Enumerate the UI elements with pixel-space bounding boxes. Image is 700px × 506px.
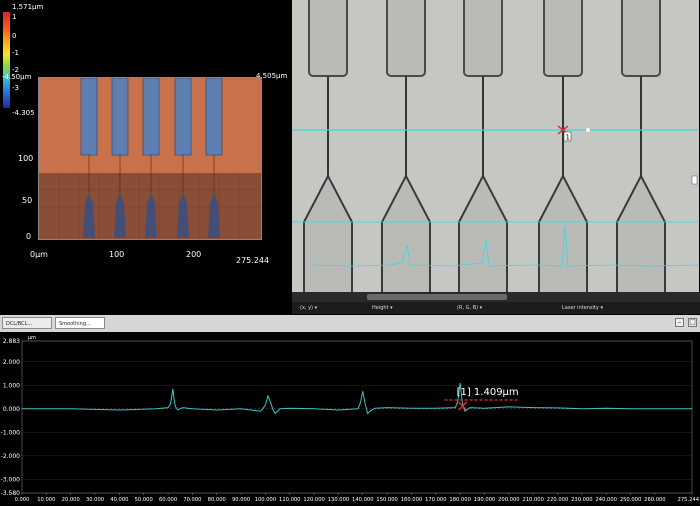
x-tick-label: 70.000	[183, 497, 201, 502]
status-xy[interactable]: (x, y) ▾	[300, 305, 317, 311]
x-tick-label: 210.000	[522, 497, 543, 502]
status-bar: (x, y) ▾ Height ▾ (R, G, B) ▾ Laser inte…	[292, 302, 700, 314]
colorbar-max-label: 1.571µm	[12, 3, 44, 11]
x-tick-label: 80.000	[208, 497, 226, 502]
x-tick-label: 220.000	[547, 497, 568, 502]
tab-smoothing-label: Smoothing...	[59, 321, 91, 327]
status-height[interactable]: Height ▾	[372, 305, 393, 311]
tab-smoothing[interactable]: Smoothing...	[55, 317, 105, 329]
x-tick-label: 170.000	[425, 497, 446, 502]
x-tick-label: 180.000	[449, 497, 470, 502]
profile-chart[interactable]: µm 2.883 2.000 1.000 0.000 -1.000 -2.000 -3.00…	[0, 332, 700, 503]
x-tick-label: 140.000	[352, 497, 373, 502]
maximize-button[interactable]: □	[688, 318, 697, 327]
x-tick-label: 120.000	[303, 497, 324, 502]
minimize-button[interactable]: –	[675, 318, 684, 327]
x-tick-label: 200.000	[498, 497, 519, 502]
tab-dcl-bcl[interactable]: DCL/BCL...	[2, 317, 52, 329]
y-tick-label: -2.000	[1, 453, 21, 460]
measurement-label: [1] 1.409µm	[457, 387, 519, 398]
colorbar-min-label: -4.305	[12, 109, 35, 117]
colorbar-label: -1	[12, 49, 19, 57]
plot-frame	[21, 340, 693, 494]
x-tick-label: 190.000	[474, 497, 495, 502]
height-axis-label: -4.50µm	[2, 73, 32, 81]
marker-label: 1	[566, 134, 570, 142]
y-tick-label: -1.000	[1, 429, 21, 436]
x-tick-label: 10.000	[37, 497, 55, 502]
x-tick-label: 200	[186, 250, 202, 259]
scroll-thumb[interactable]	[367, 294, 507, 300]
x-tick-label: 230.000	[571, 497, 592, 502]
status-laser-intensity[interactable]: Laser intensity ▾	[562, 305, 603, 311]
y-tick-label: 100	[18, 154, 34, 163]
y-tick-label: 50	[22, 196, 33, 205]
colorbar-label: -3	[12, 84, 19, 92]
x-tick-label: 30.000	[86, 497, 104, 502]
x-tick-label: 150.000	[376, 497, 397, 502]
3d-surface[interactable]	[38, 77, 262, 240]
y-tick-label: -3.580	[1, 490, 21, 497]
x-tick-label: 260.000	[644, 497, 665, 502]
optical-scroll-bar[interactable]	[292, 292, 700, 302]
x-tick-label: 130.000	[328, 497, 349, 502]
y-tick-label: 2.883	[3, 338, 20, 345]
optical-image-svg: 1	[292, 0, 699, 292]
x-tick-label: 250.000	[620, 497, 641, 502]
x-tick-label: 40.000	[110, 497, 128, 502]
x-tick-label: 240.000	[595, 497, 616, 502]
x-tick-label: 90.000	[232, 497, 250, 502]
x-tick-label: 160.000	[401, 497, 422, 502]
x-tick-label: 100	[109, 250, 125, 259]
y-tick-label: -3.000	[1, 476, 21, 483]
surface-detail-svg	[39, 78, 261, 239]
y-tick-label: 2.000	[3, 359, 20, 366]
x-tick-label: 20.000	[62, 497, 80, 502]
colorbar-label: 0	[12, 32, 17, 40]
x-tick-label: 50.000	[135, 497, 153, 502]
x-tick-label: 0µm	[30, 250, 48, 259]
color-scale-bar	[3, 12, 10, 108]
x-tick-label: 275.244	[678, 497, 700, 502]
tab-bar: DCL/BCL... Smoothing... – □	[0, 315, 700, 332]
y-tick-label: 0.000	[3, 406, 20, 413]
y-tick-label: 1.000	[3, 382, 20, 389]
x-tick-label: 0.000	[15, 497, 30, 502]
y-unit-label: µm	[28, 335, 36, 341]
colorbar-label: 1	[12, 13, 17, 21]
profile-chart-panel[interactable]: µm 2.883 2.000 1.000 0.000 -1.000 -2.000 -3.00…	[0, 332, 700, 503]
y-tick-label: 0	[26, 232, 32, 241]
x-tick-label: 100.000	[255, 497, 276, 502]
x-tick-label: 60.000	[159, 497, 177, 502]
x-axis-end-label: 275.244	[236, 256, 270, 265]
status-rgb[interactable]: (R, G, B) ▾	[457, 305, 482, 311]
3d-view-panel[interactable]: 1.571µm 1 0 -1 -2 -3 -4.305 -4.50µm 4.50…	[0, 0, 290, 313]
optical-image-view[interactable]: 1	[292, 0, 699, 292]
x-tick-label: 110.000	[279, 497, 300, 502]
